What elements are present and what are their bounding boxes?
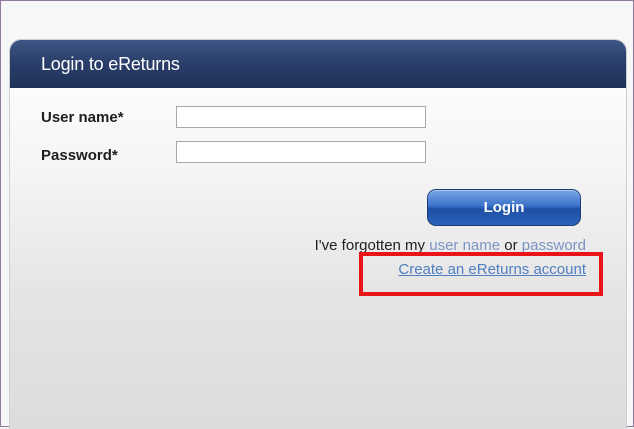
forgot-credentials-line: I've forgotten my user name or password	[315, 237, 586, 255]
password-label: Password*	[41, 147, 118, 164]
forgot-or-text: or	[500, 237, 522, 254]
forgot-prefix-text: I've forgotten my	[314, 237, 430, 254]
panel-header: Login to eReturns	[10, 40, 626, 88]
forgot-username-link[interactable]: user name	[429, 237, 500, 254]
username-input[interactable]	[176, 106, 426, 128]
login-button[interactable]: Login	[427, 189, 581, 226]
create-account-link[interactable]: Create an eReturns account	[398, 261, 586, 279]
login-panel: Login to eReturns User name* Password* L…	[9, 39, 627, 429]
password-input[interactable]	[176, 141, 426, 163]
username-label: User name*	[41, 109, 124, 126]
forgot-password-link[interactable]: password	[522, 237, 586, 254]
window-frame: Login to eReturns User name* Password* L…	[0, 0, 634, 429]
panel-title: Login to eReturns	[41, 54, 180, 74]
